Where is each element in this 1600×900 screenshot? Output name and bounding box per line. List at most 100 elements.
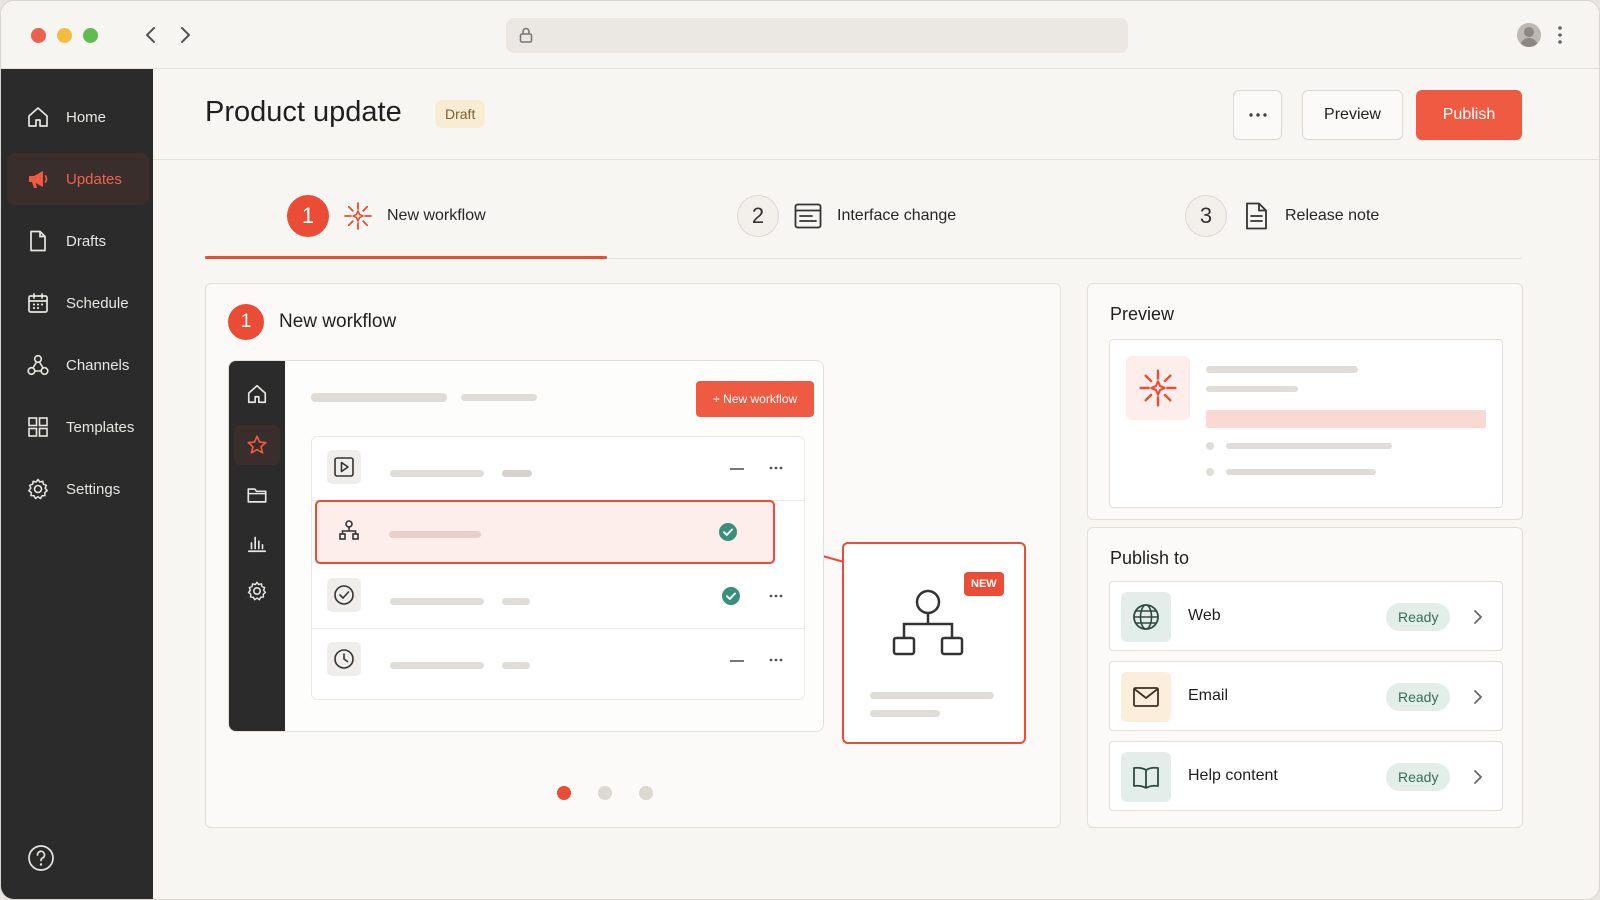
channel-name: Help content (1188, 767, 1278, 784)
play-icon (327, 450, 361, 484)
document-icon (1241, 201, 1271, 231)
avatar-icon (1520, 27, 1538, 47)
more-horizontal-icon (1248, 113, 1267, 117)
mockup-folder-icon[interactable] (243, 481, 271, 509)
help-button[interactable] (27, 844, 55, 872)
step-number: 2 (737, 195, 779, 237)
chevron-right-icon (1474, 770, 1482, 784)
placeholder-bar (390, 598, 484, 605)
chevron-right-icon (1474, 690, 1482, 704)
success-check-icon (722, 587, 740, 605)
sidebar-item-updates[interactable]: Updates (7, 153, 149, 205)
sidebar-item-label: Templates (66, 418, 135, 436)
workflow-icon (892, 589, 964, 656)
browser-menu-button[interactable] (1553, 23, 1567, 47)
kebab-icon (1558, 26, 1562, 44)
success-check-icon (719, 523, 737, 541)
close-window-button[interactable] (31, 28, 46, 43)
channel-name: Web (1188, 607, 1221, 624)
status-badge: Draft (435, 100, 486, 128)
placeholder-bar (502, 470, 532, 477)
new-workflow-button[interactable]: + New workflow (696, 381, 814, 417)
step-tab-new-workflow[interactable]: 1 New workflow (287, 194, 486, 238)
placeholder-bar (870, 710, 940, 717)
mockup-gear-icon[interactable] (243, 577, 271, 605)
step-tab-interface-change[interactable]: 2 Interface change (737, 194, 956, 238)
step-number: 3 (1185, 195, 1227, 237)
list-item[interactable] (312, 565, 804, 629)
sidebar-item-schedule[interactable]: Schedule (7, 277, 149, 329)
step-label: New workflow (387, 207, 486, 224)
placeholder-bar (1206, 366, 1358, 373)
row-more-button[interactable] (768, 461, 784, 475)
channel-status-badge: Ready (1386, 763, 1451, 791)
channel-status-badge: Ready (1386, 603, 1451, 631)
publish-button[interactable]: Publish (1416, 90, 1522, 140)
app-window: Home Updates Drafts Schedule Channels Te… (0, 0, 1600, 900)
address-bar[interactable] (506, 18, 1128, 53)
new-feature-callout[interactable]: NEW (842, 542, 1026, 744)
channel-row-help-content[interactable]: Help content Ready (1109, 741, 1503, 811)
preview-card: Preview (1087, 283, 1523, 520)
sidebar-item-home[interactable]: Home (7, 91, 149, 143)
carousel-dot-3[interactable] (639, 786, 653, 800)
row-more-button[interactable] (768, 589, 784, 603)
gear-icon (26, 477, 50, 501)
sidebar-item-drafts[interactable]: Drafts (7, 215, 149, 267)
globe-icon (1121, 592, 1171, 642)
channel-row-email[interactable]: Email Ready (1109, 661, 1503, 731)
sidebar-item-label: Home (66, 108, 107, 126)
carousel-dot-1[interactable] (557, 786, 571, 800)
maximize-window-button[interactable] (83, 28, 98, 43)
forward-button[interactable] (171, 21, 199, 49)
chevron-right-icon (181, 27, 190, 43)
mockup-chart-icon[interactable] (243, 529, 271, 557)
minimize-window-button[interactable] (57, 28, 72, 43)
sidebar-item-settings[interactable]: Settings (7, 463, 149, 515)
lock-icon (519, 27, 533, 43)
placeholder-bar (311, 393, 447, 402)
chevron-left-icon (146, 27, 155, 43)
bullet-dot (1206, 468, 1214, 476)
user-avatar[interactable] (1517, 23, 1541, 47)
step-number: 1 (287, 195, 329, 237)
more-actions-button[interactable] (1233, 90, 1282, 140)
back-button[interactable] (137, 21, 165, 49)
mockup-list (311, 436, 805, 700)
row-more-button[interactable] (768, 653, 784, 667)
home-icon (26, 105, 50, 129)
interface-icon (793, 201, 823, 231)
calendar-icon (26, 291, 50, 315)
channel-row-web[interactable]: Web Ready (1109, 581, 1503, 651)
list-item[interactable] (312, 629, 804, 693)
placeholder-bar (502, 598, 530, 605)
channel-status-badge: Ready (1386, 683, 1451, 711)
placeholder-bar (461, 394, 537, 401)
channel-name: Email (1188, 687, 1229, 704)
step-tab-release-note[interactable]: 3 Release note (1185, 194, 1379, 238)
step-label: Release note (1285, 207, 1380, 224)
placeholder-bar (1206, 386, 1298, 392)
preview-button[interactable]: Preview (1302, 90, 1403, 140)
placeholder-bar (870, 692, 994, 699)
carousel-dot-2[interactable] (598, 786, 612, 800)
check-circle-icon (327, 578, 361, 612)
list-item[interactable] (312, 437, 804, 501)
placeholder-bar (502, 662, 530, 669)
sidebar-item-templates[interactable]: Templates (7, 401, 149, 453)
more-horizontal-icon (769, 466, 783, 470)
sidebar: Home Updates Drafts Schedule Channels Te… (1, 69, 153, 899)
sidebar-item-channels[interactable]: Channels (7, 339, 149, 391)
chevron-right-icon (1474, 610, 1482, 624)
mockup-star-icon[interactable] (234, 425, 280, 465)
dash-mark (730, 468, 744, 470)
publish-to-card: Publish to Web Ready Email Ready Help co… (1087, 527, 1523, 828)
preview-thumbnail[interactable] (1109, 339, 1503, 508)
new-badge: NEW (964, 572, 1004, 596)
mockup-home-icon[interactable] (243, 380, 271, 408)
sidebar-item-label: Schedule (66, 294, 129, 312)
active-step-indicator (205, 256, 607, 259)
header-divider (153, 159, 1599, 160)
highlighted-list-item[interactable] (315, 500, 775, 564)
workflow-icon (332, 514, 366, 548)
